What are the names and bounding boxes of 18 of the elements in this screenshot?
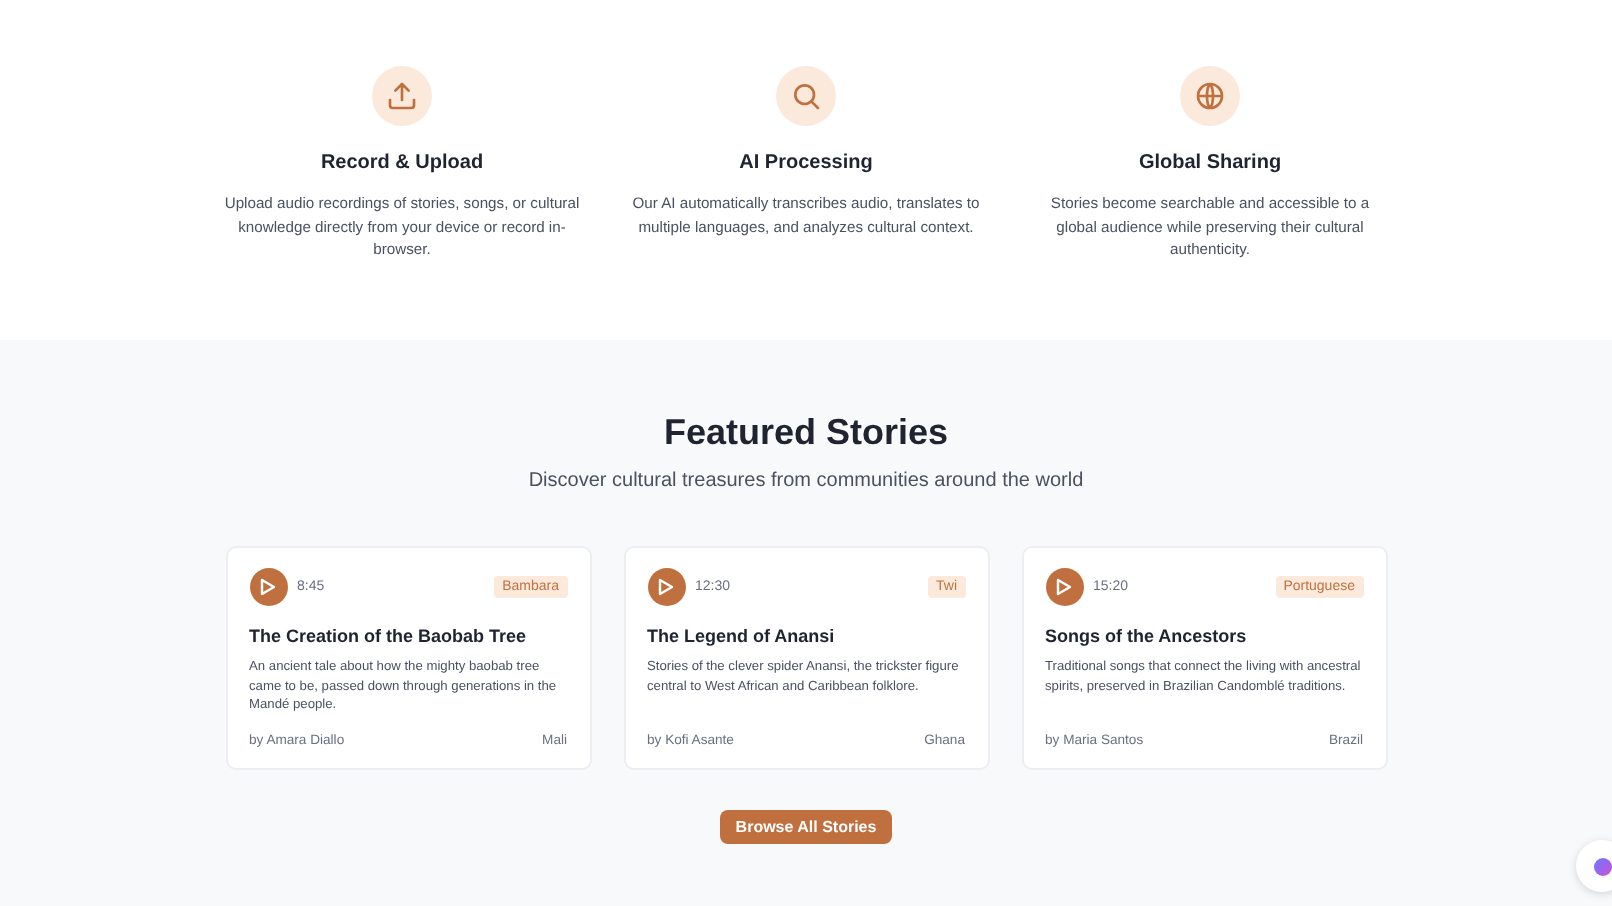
play-icon xyxy=(1056,578,1072,596)
story-title[interactable]: Songs of the Ancestors xyxy=(1045,626,1363,646)
section-title: Featured Stories xyxy=(663,412,949,454)
play-button[interactable] xyxy=(1045,568,1083,606)
browse-button[interactable]: Browse All Stories xyxy=(719,810,893,844)
section-subtitle: Discover cultural treasures from communities around the world xyxy=(528,470,1084,492)
story-title[interactable]: The Legend of Anansi xyxy=(647,626,965,646)
feature-title: Record & Upload xyxy=(320,152,484,174)
play-icon xyxy=(658,578,674,596)
play-button[interactable] xyxy=(249,568,287,606)
globe-icon xyxy=(1180,66,1240,126)
feature-title: Global Sharing xyxy=(1138,152,1282,174)
feature-title: AI Processing xyxy=(739,152,873,174)
search-icon xyxy=(776,66,836,126)
play-button[interactable] xyxy=(647,568,685,606)
upload-icon xyxy=(372,66,432,126)
play-icon xyxy=(260,578,276,596)
story-title[interactable]: The Creation of the Baobab Tree xyxy=(249,626,567,646)
